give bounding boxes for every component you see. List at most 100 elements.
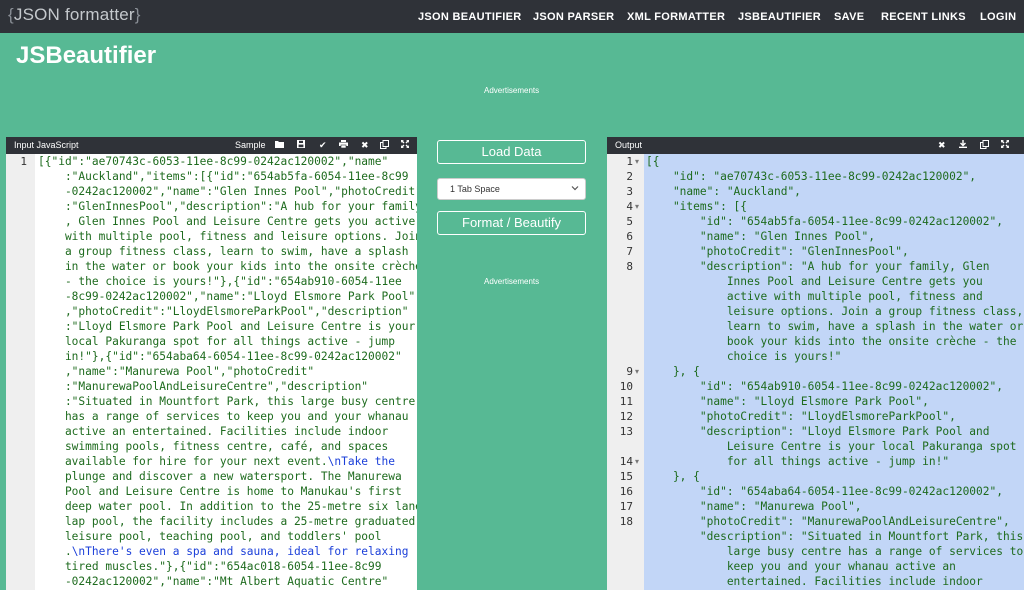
- code-line: ,"photoCredit":"LloydElsmoreParkPool","d…: [38, 305, 409, 318]
- fullscreen-icon[interactable]: [400, 139, 410, 150]
- format-beautify-button[interactable]: Format / Beautify: [437, 211, 586, 235]
- copy-icon[interactable]: [380, 140, 389, 151]
- nav-json-beautifier[interactable]: JSON BEAUTIFIER: [418, 11, 522, 23]
- ads-label-middle: Advertisements: [484, 277, 540, 286]
- code-line: local Pakuranga spot for all things acti…: [38, 335, 395, 348]
- ads-label-top: Advertisements: [484, 86, 540, 95]
- code-line: with multiple pool, fitness and leisure …: [38, 230, 417, 243]
- output-line-number: 12: [619, 410, 633, 423]
- code-line: :"Auckland","items":[{"id":"654ab5fa-605…: [38, 170, 409, 183]
- code-line: Pool and Leisure Centre is home to Manuk…: [38, 485, 402, 498]
- output-line-number: 8: [626, 260, 633, 273]
- chevron-down-icon: [571, 183, 579, 195]
- code-line: :"ManurewaPoolAndLeisureCentre","descrip…: [38, 380, 369, 393]
- indent-select-value: 1 Tab Space: [450, 184, 500, 194]
- load-data-button[interactable]: Load Data: [437, 140, 586, 164]
- indent-select[interactable]: 1 Tab Space: [437, 178, 586, 200]
- output-line-number: 17: [619, 500, 633, 513]
- output-line-number: 1: [626, 155, 633, 168]
- escape-newline: \nTake the: [327, 455, 395, 468]
- print-icon[interactable]: [339, 140, 348, 150]
- code-line: -8c99-0242ac120002","name":"Lloyd Elsmor…: [38, 290, 416, 303]
- output-code-line: choice is yours!": [646, 350, 842, 363]
- code-line: leisure pool, teaching pool, and toddler…: [38, 530, 382, 543]
- output-line-number: 9: [626, 365, 633, 378]
- code-line: available for hire for your next event.\…: [38, 455, 395, 468]
- fold-toggle-icon[interactable]: ▾: [635, 364, 639, 379]
- copy-icon[interactable]: [980, 140, 989, 151]
- input-panel-title: Input JavaScript: [14, 140, 79, 150]
- output-line-number: 14: [619, 455, 633, 468]
- code-line: in!"},{"id":"654aba64-6054-11ee-8c99-024…: [38, 350, 402, 363]
- output-line-number: 2: [626, 170, 633, 183]
- input-gutter: 1: [6, 154, 35, 590]
- output-panel-header: Output ✖: [607, 137, 1024, 154]
- output-line-number: 4: [626, 200, 633, 213]
- output-code-line: "name": "Glen Innes Pool",: [646, 230, 876, 243]
- output-line-number: 18: [619, 515, 633, 528]
- code-line: plunge and discover a new watersport. Th…: [38, 470, 402, 483]
- output-gutter: 1 2 3 4 5 6 7 8 9 10 11 12 13 14 15 16 17 18 ▾ ▾ ▾ ▾: [607, 154, 644, 590]
- output-code-line: "id": "654ab5fa-6054-11ee-8c99-0242ac120…: [646, 215, 1003, 228]
- output-code-line: keep you and your whanau active an: [646, 560, 956, 573]
- code-line: has a range of services to keep you and …: [38, 410, 409, 423]
- output-code-line: }, {: [646, 470, 700, 483]
- output-code-line: "photoCredit": "GlenInnesPool",: [646, 245, 909, 258]
- code-line: in the water or book your kids into the …: [38, 260, 417, 273]
- output-code-line: "items": [{: [646, 200, 748, 213]
- output-code-line: "photoCredit": "ManurewaPoolAndLeisureCe…: [646, 515, 1010, 528]
- input-panel: Input JavaScript Sample ✔ ✖ 1 [{"id":"ae…: [6, 137, 417, 590]
- nav-save[interactable]: SAVE: [834, 11, 864, 23]
- output-code-line: "name": "Manurewa Pool",: [646, 500, 862, 513]
- output-code-line: }, {: [646, 365, 700, 378]
- output-code-line: for all things active - jump in!": [646, 455, 950, 468]
- output-code-line: leisure options. Join a group fitness cl…: [646, 305, 1024, 318]
- code-line: , Glen Innes Pool and Leisure Centre get…: [38, 215, 416, 228]
- code-line: - the choice is yours!"},{"id":"654ab910…: [38, 275, 402, 288]
- output-panel-title: Output: [615, 140, 643, 150]
- fold-toggle-icon[interactable]: ▾: [635, 199, 639, 214]
- output-editor[interactable]: [{ "id": "ae70743c-6053-11ee-8c99-0242ac…: [644, 154, 1024, 590]
- output-line-number: 6: [626, 230, 633, 243]
- nav-login[interactable]: LOGIN: [980, 11, 1016, 23]
- output-code-line: "photoCredit": "LloydElsmoreParkPool",: [646, 410, 956, 423]
- close-icon[interactable]: ✖: [938, 140, 946, 150]
- output-code-line: large busy centre has a range of service…: [646, 545, 1024, 558]
- output-code-line: "name": "Auckland",: [646, 185, 801, 198]
- save-icon[interactable]: [297, 140, 305, 150]
- code-line: active an entertained. Facilities includ…: [38, 425, 389, 438]
- code-line: :"Situated in Mountfort Park, this large…: [38, 395, 416, 408]
- brand-logo[interactable]: {JSON formatter}: [8, 5, 141, 25]
- output-line-number: 15: [619, 470, 633, 483]
- download-icon[interactable]: [959, 140, 967, 150]
- output-line-number: 16: [619, 485, 633, 498]
- fullscreen-icon[interactable]: [1000, 139, 1010, 150]
- input-editor[interactable]: [{"id":"ae70743c-6053-11ee-8c99-0242ac12…: [38, 154, 417, 590]
- nav-json-parser[interactable]: JSON PARSER: [533, 11, 614, 23]
- close-icon[interactable]: ✖: [361, 140, 369, 150]
- sample-button[interactable]: Sample: [235, 140, 266, 150]
- code-line: lap pool, the facility includes a 25-met…: [38, 515, 416, 528]
- folder-icon[interactable]: [275, 140, 284, 150]
- output-line-number: 10: [619, 380, 633, 393]
- check-icon[interactable]: ✔: [319, 140, 327, 150]
- fold-toggle-icon[interactable]: ▾: [635, 454, 639, 469]
- fold-toggle-icon[interactable]: ▾: [635, 154, 639, 169]
- output-code-line: "description": "Lloyd Elsmore Park Pool …: [646, 425, 990, 438]
- output-code-line: "id": "654ab910-6054-11ee-8c99-0242ac120…: [646, 380, 1003, 393]
- nav-jsbeautifier[interactable]: JSBEAUTIFIER: [738, 11, 821, 23]
- output-code-line: "description": "A hub for your family, G…: [646, 260, 990, 273]
- code-line: -0242ac120002","name":"Mt Albert Aquatic…: [38, 575, 389, 588]
- output-code-line: learn to swim, have a splash in the wate…: [646, 320, 1024, 333]
- nav-recent-links[interactable]: RECENT LINKS: [881, 11, 966, 23]
- nav-xml-formatter[interactable]: XML FORMATTER: [627, 11, 725, 23]
- output-code-line: "name": "Lloyd Elsmore Park Pool",: [646, 395, 929, 408]
- code-line: [{"id":"ae70743c-6053-11ee-8c99-0242ac12…: [38, 155, 389, 168]
- output-code-line: "id": "ae70743c-6053-11ee-8c99-0242ac120…: [646, 170, 977, 183]
- output-code-line: Innes Pool and Leisure Centre gets you: [646, 275, 983, 288]
- output-code-line: book your kids into the onsite crèche - …: [646, 335, 1017, 348]
- code-line: ,"name":"Manurewa Pool","photoCredit": [38, 365, 315, 378]
- input-panel-header: Input JavaScript Sample ✔ ✖: [6, 137, 417, 154]
- code-line: swimming pools, fitness centre, café, an…: [38, 440, 389, 453]
- output-code-line: [{: [646, 155, 660, 168]
